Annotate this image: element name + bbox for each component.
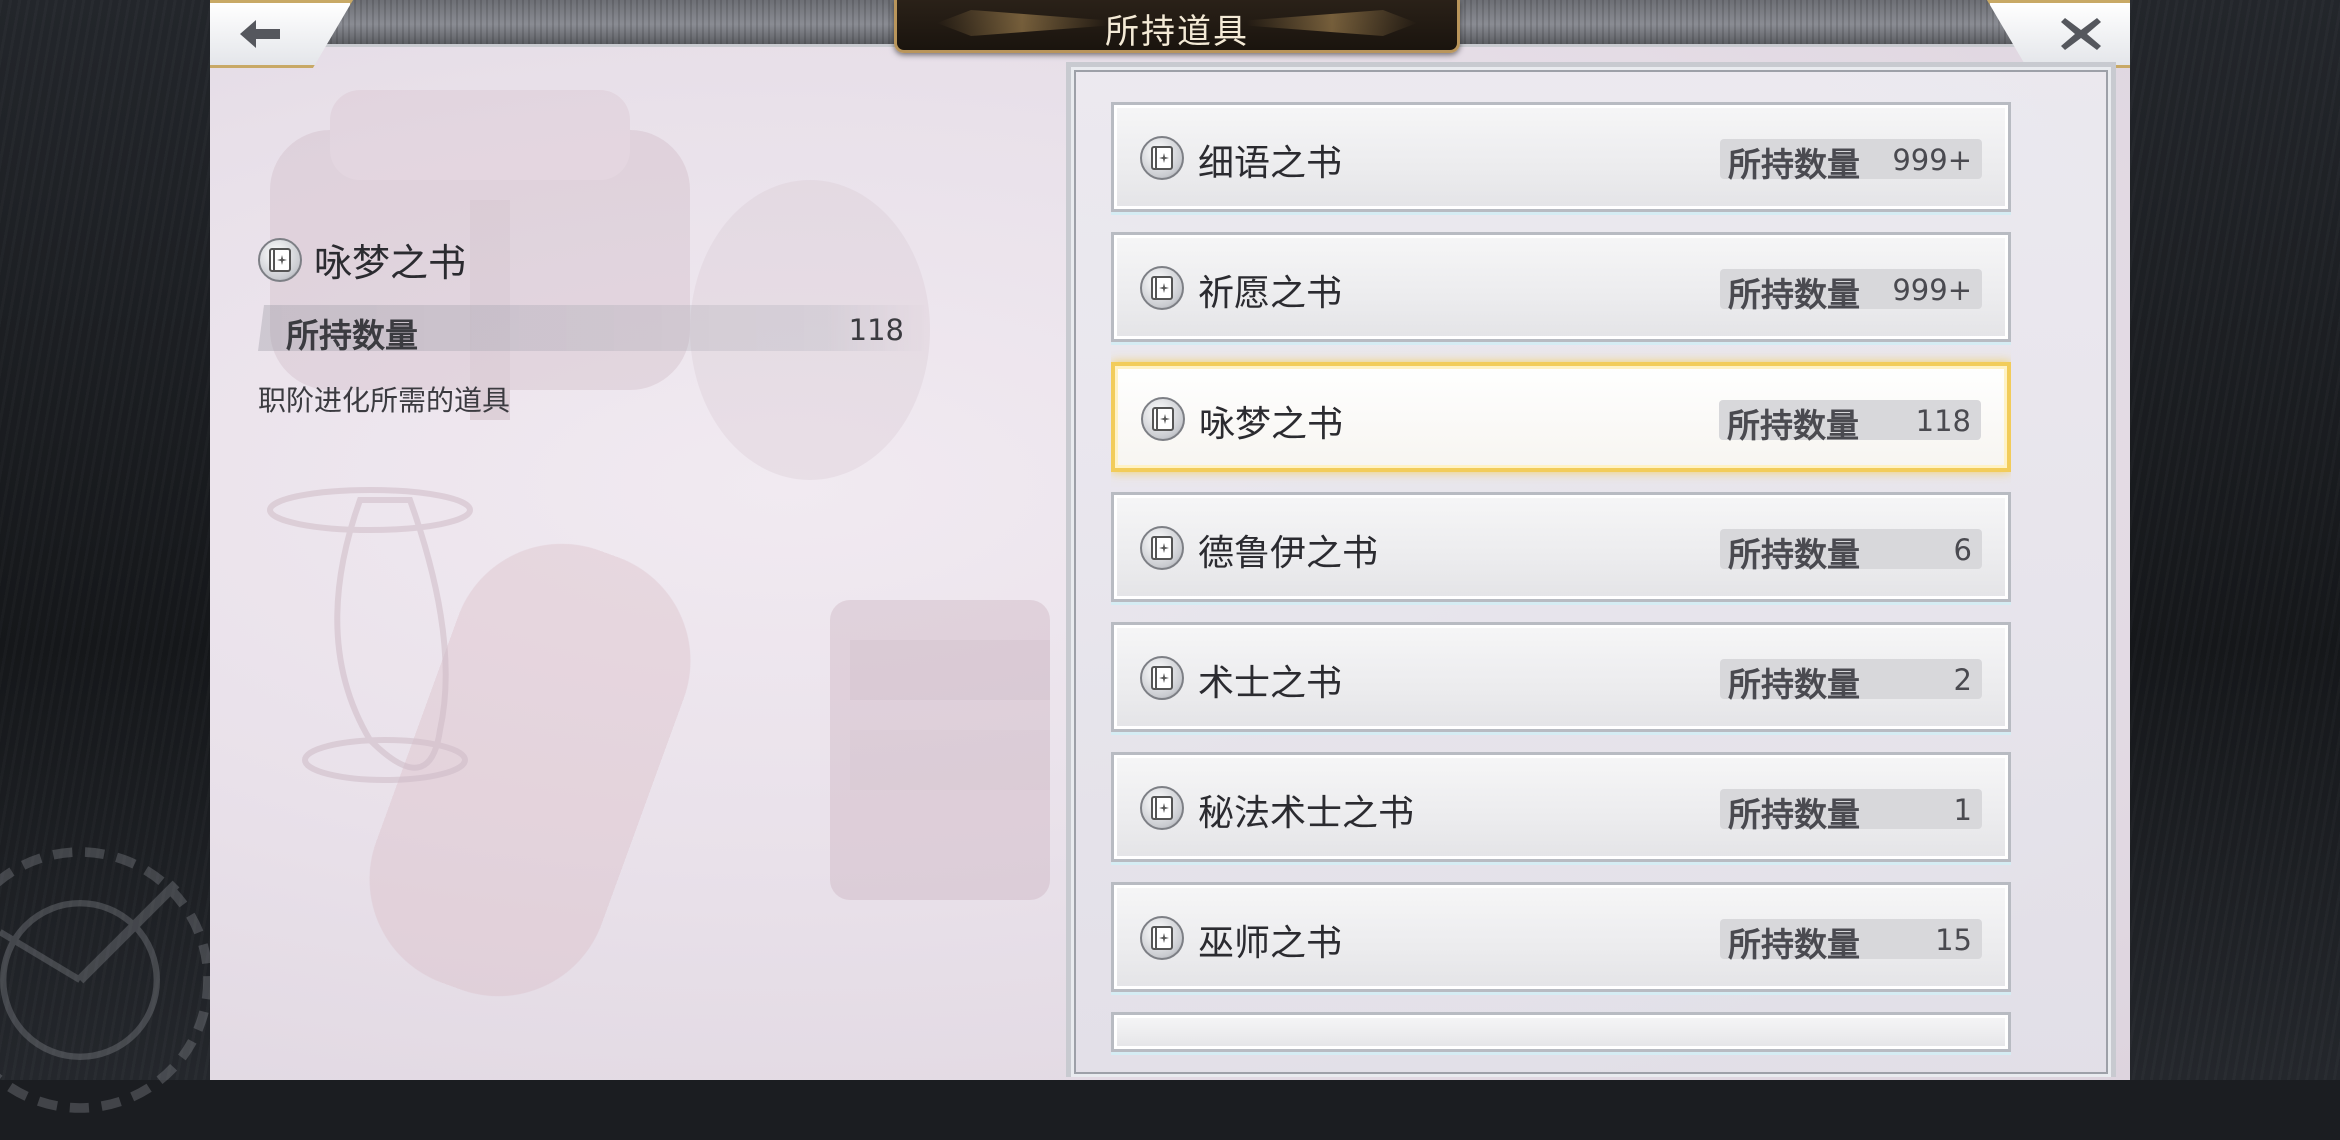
item-qty-label: 所持数量 bbox=[1728, 535, 1860, 574]
item-name: 术士之书 bbox=[1198, 663, 1343, 704]
book-icon bbox=[1140, 656, 1184, 700]
item-qty-value: 999+ bbox=[1892, 273, 1972, 307]
book-icon bbox=[1140, 526, 1184, 570]
item-name: 秘法术士之书 bbox=[1198, 793, 1415, 834]
detail-qty-label: 所持数量 bbox=[286, 316, 418, 355]
close-button[interactable] bbox=[1987, 0, 2130, 68]
background-illustration bbox=[267, 90, 1050, 997]
list-item[interactable]: 术士之书 所持数量 2 bbox=[1111, 622, 2011, 732]
detail-qty-bar: 所持数量 118 bbox=[258, 305, 928, 351]
item-qty-box: 所持数量 1 bbox=[1720, 789, 1982, 834]
list-item[interactable]: 秘法术士之书 所持数量 1 bbox=[1111, 752, 2011, 862]
detail-item-name: 咏梦之书 bbox=[314, 241, 467, 285]
item-qty-label: 所持数量 bbox=[1728, 665, 1860, 704]
item-name: 祈愿之书 bbox=[1198, 273, 1343, 314]
detail-description: 职阶进化所需的道具 bbox=[258, 384, 511, 417]
item-name: 细语之书 bbox=[1198, 143, 1343, 184]
left-border bbox=[0, 0, 213, 1113]
book-icon bbox=[1140, 266, 1184, 310]
page-title: 所持道具 bbox=[1105, 12, 1249, 52]
item-qty-label: 所持数量 bbox=[1728, 795, 1860, 834]
list-item-partial[interactable] bbox=[1111, 1012, 2011, 1052]
item-name: 德鲁伊之书 bbox=[1198, 533, 1379, 574]
item-qty-value: 6 bbox=[1953, 533, 1972, 567]
book-icon bbox=[1140, 916, 1184, 960]
item-qty-box: 所持数量 2 bbox=[1720, 659, 1982, 704]
item-qty-box: 所持数量 118 bbox=[1719, 400, 1981, 445]
item-qty-value: 2 bbox=[1953, 663, 1972, 697]
item-qty-label: 所持数量 bbox=[1728, 275, 1860, 314]
right-border bbox=[2130, 0, 2340, 1080]
book-icon bbox=[258, 237, 302, 282]
item-detail: 咏梦之书 所持数量 118 职阶进化所需的道具 bbox=[258, 232, 1158, 419]
item-qty-box: 所持数量 15 bbox=[1720, 919, 1982, 964]
item-qty-box: 所持数量 999+ bbox=[1720, 139, 1982, 184]
item-qty-label: 所持数量 bbox=[1728, 145, 1860, 184]
detail-qty-value: 118 bbox=[848, 313, 904, 347]
item-list-frame: 细语之书 所持数量 999+ 祈愿之书 所持数量 999+ 咏梦之书 所持数量 … bbox=[1066, 62, 2116, 1077]
item-qty-value: 1 bbox=[1953, 793, 1972, 827]
item-name: 咏梦之书 bbox=[1199, 404, 1344, 445]
title-plate: 所持道具 bbox=[894, 0, 1460, 53]
book-icon bbox=[1141, 397, 1185, 441]
list-item[interactable]: 德鲁伊之书 所持数量 6 bbox=[1111, 492, 2011, 602]
gear-decoration-icon bbox=[0, 847, 213, 1113]
item-qty-value: 15 bbox=[1935, 923, 1972, 957]
item-qty-box: 所持数量 999+ bbox=[1720, 269, 1982, 314]
item-qty-value: 999+ bbox=[1892, 143, 1972, 177]
item-qty-label: 所持数量 bbox=[1728, 925, 1860, 964]
list-item[interactable]: 巫师之书 所持数量 15 bbox=[1111, 882, 2011, 992]
close-icon bbox=[2061, 18, 2101, 50]
item-qty-box: 所持数量 6 bbox=[1720, 529, 1982, 574]
list-item-selected[interactable]: 咏梦之书 所持数量 118 bbox=[1111, 362, 2011, 472]
item-qty-label: 所持数量 bbox=[1727, 406, 1859, 445]
book-icon bbox=[1140, 786, 1184, 830]
back-arrow-icon bbox=[240, 20, 280, 48]
item-name: 巫师之书 bbox=[1198, 923, 1343, 964]
item-qty-value: 118 bbox=[1915, 404, 1971, 438]
main-panel: 所持道具 咏梦之书 所持数量 118 职阶进化所需的道具 细语之书 所持数量 9… bbox=[210, 0, 2130, 1080]
book-icon bbox=[1140, 136, 1184, 180]
list-item[interactable]: 细语之书 所持数量 999+ bbox=[1111, 102, 2011, 212]
list-item[interactable]: 祈愿之书 所持数量 999+ bbox=[1111, 232, 2011, 342]
item-list[interactable]: 细语之书 所持数量 999+ 祈愿之书 所持数量 999+ 咏梦之书 所持数量 … bbox=[1111, 102, 2011, 1062]
